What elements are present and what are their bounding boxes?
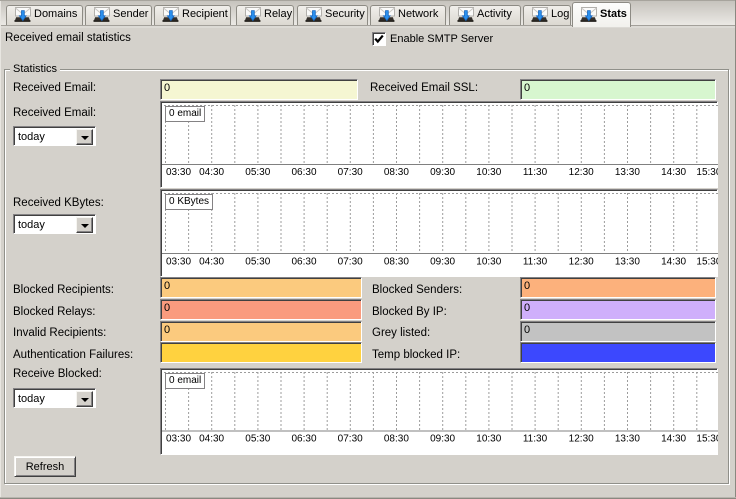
- svg-text:04:30: 04:30: [199, 167, 224, 178]
- svg-text:07:30: 07:30: [338, 257, 363, 268]
- svg-text:13:30: 13:30: [615, 257, 640, 268]
- svg-text:12:30: 12:30: [569, 167, 594, 178]
- svg-text:08:30: 08:30: [384, 434, 409, 445]
- svg-text:15:30: 15:30: [696, 167, 718, 178]
- svg-text:10:30: 10:30: [476, 167, 501, 178]
- svg-text:12:30: 12:30: [569, 434, 594, 445]
- svg-text:09:30: 09:30: [430, 257, 455, 268]
- svg-text:10:30: 10:30: [476, 257, 501, 268]
- svg-text:14:30: 14:30: [661, 167, 686, 178]
- svg-text:06:30: 06:30: [291, 434, 316, 445]
- svg-text:05:30: 05:30: [245, 167, 270, 178]
- svg-text:03:30: 03:30: [166, 434, 191, 445]
- svg-text:15:30: 15:30: [696, 434, 718, 445]
- svg-text:13:30: 13:30: [615, 167, 640, 178]
- svg-text:03:30: 03:30: [166, 167, 191, 178]
- svg-text:05:30: 05:30: [245, 257, 270, 268]
- svg-text:11:30: 11:30: [523, 257, 548, 268]
- svg-text:09:30: 09:30: [430, 167, 455, 178]
- svg-text:07:30: 07:30: [338, 167, 363, 178]
- svg-text:07:30: 07:30: [338, 434, 363, 445]
- svg-text:14:30: 14:30: [661, 434, 686, 445]
- svg-text:11:30: 11:30: [523, 434, 548, 445]
- svg-text:12:30: 12:30: [569, 257, 594, 268]
- svg-text:08:30: 08:30: [384, 257, 409, 268]
- svg-text:15:30: 15:30: [696, 257, 718, 268]
- svg-text:09:30: 09:30: [430, 434, 455, 445]
- svg-text:04:30: 04:30: [199, 257, 224, 268]
- svg-text:03:30: 03:30: [166, 257, 191, 268]
- svg-text:11:30: 11:30: [523, 167, 548, 178]
- svg-text:05:30: 05:30: [245, 434, 270, 445]
- svg-text:13:30: 13:30: [615, 434, 640, 445]
- svg-text:06:30: 06:30: [291, 257, 316, 268]
- svg-text:08:30: 08:30: [384, 167, 409, 178]
- svg-text:06:30: 06:30: [291, 167, 316, 178]
- svg-text:10:30: 10:30: [476, 434, 501, 445]
- svg-text:14:30: 14:30: [661, 257, 686, 268]
- svg-text:04:30: 04:30: [199, 434, 224, 445]
